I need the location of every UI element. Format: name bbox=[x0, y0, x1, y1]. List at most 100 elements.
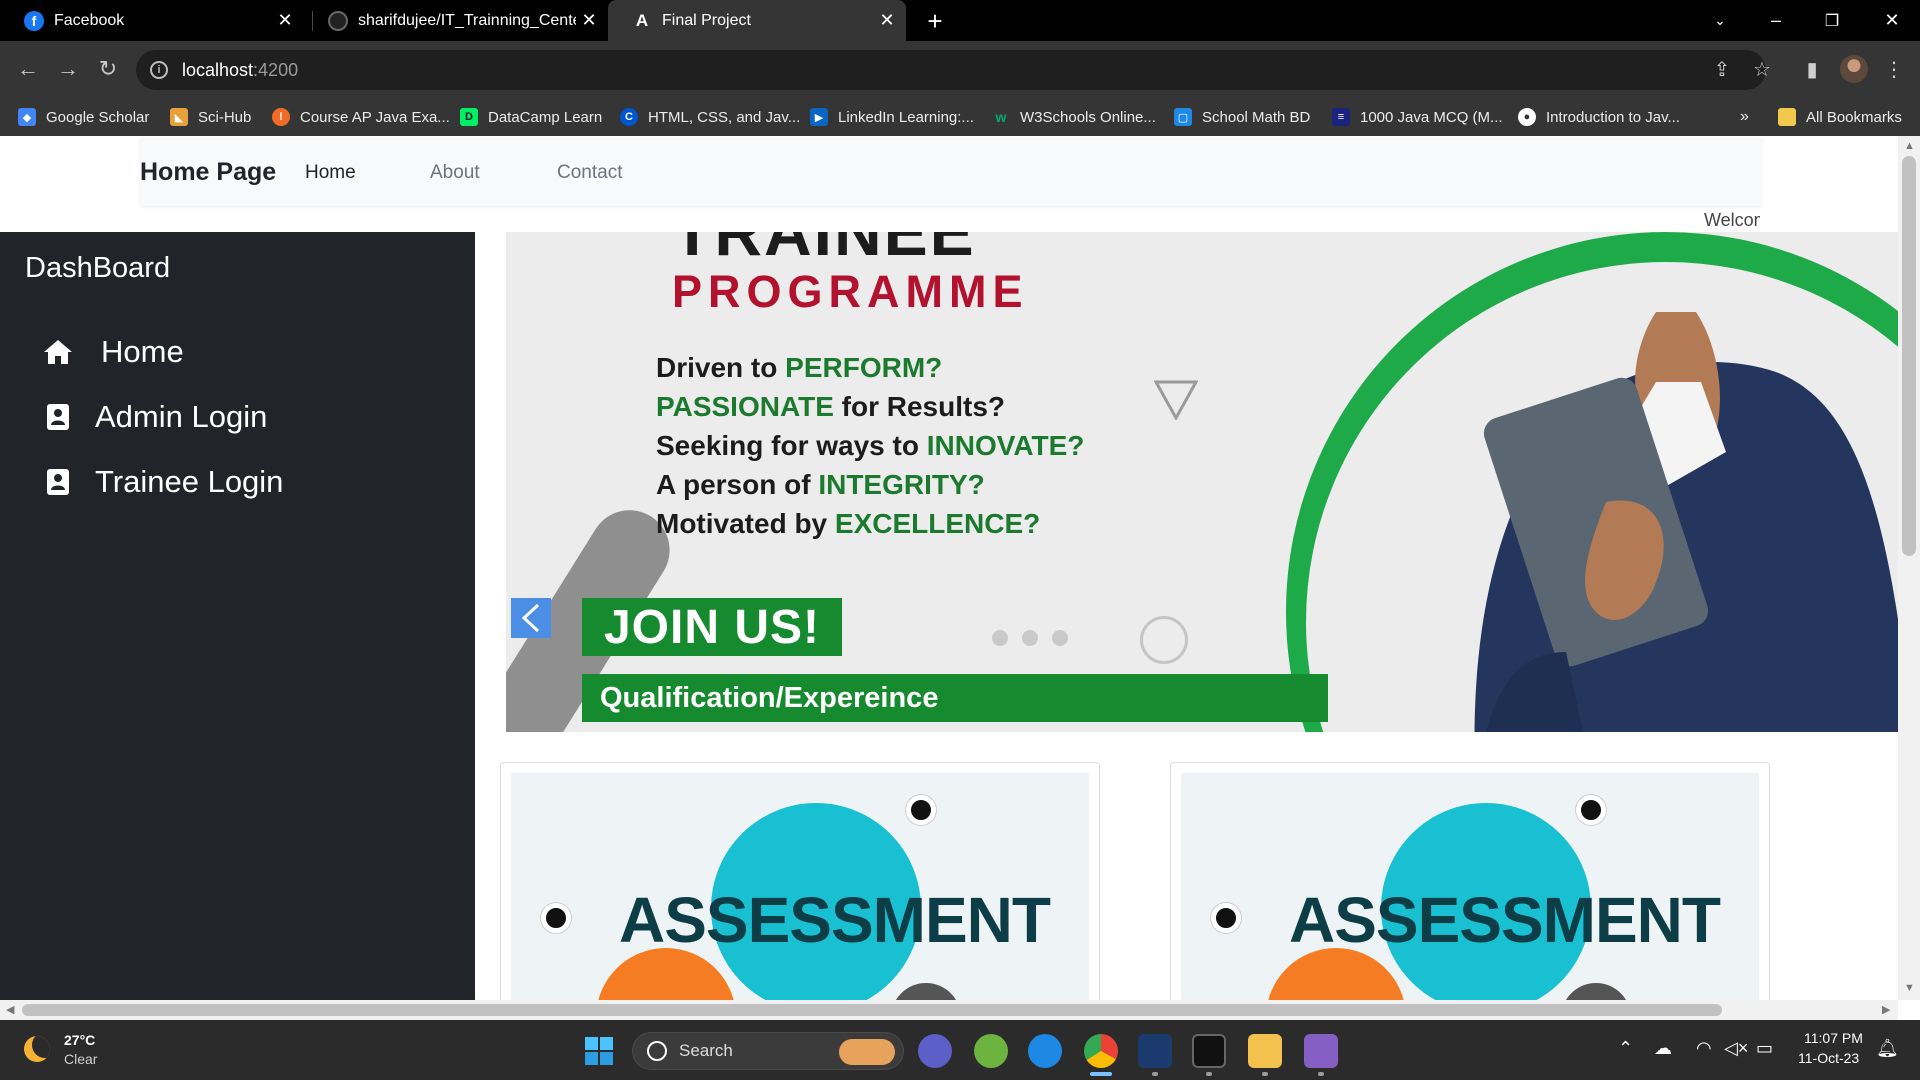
app-store-icon[interactable] bbox=[1028, 1034, 1062, 1068]
chrome-icon[interactable] bbox=[1084, 1034, 1118, 1068]
nav-home[interactable]: Home bbox=[305, 162, 356, 184]
taskbar-search[interactable]: Search bbox=[632, 1032, 904, 1070]
close-icon[interactable]: ✕ bbox=[874, 8, 900, 34]
bookmark-w3schools[interactable]: w W3Schools Online... bbox=[992, 98, 1156, 136]
windows-start-icon[interactable] bbox=[584, 1036, 614, 1066]
qualification-bar: Qualification/Expereince bbox=[582, 674, 1328, 722]
course-card[interactable]: ASSESSMENT bbox=[1170, 762, 1770, 1000]
horizontal-scrollbar[interactable]: ◀ ▶ bbox=[0, 1000, 1898, 1020]
vertical-scrollbar[interactable]: ▲ ▼ bbox=[1898, 136, 1920, 1000]
back-icon[interactable]: ← bbox=[12, 53, 44, 85]
bookmarks-bar: ◆ Google Scholar ◣ Sci-Hub ! Course AP J… bbox=[0, 98, 1920, 136]
notification-bell-icon[interactable]: 🔔︎ bbox=[1876, 1038, 1899, 1059]
site-info-icon[interactable]: i bbox=[150, 61, 168, 79]
wifi-icon[interactable]: ◠ bbox=[1696, 1038, 1712, 1059]
weather-condition[interactable]: Clear bbox=[64, 1051, 97, 1067]
active-app-indicator bbox=[1090, 1072, 1112, 1076]
moon-icon[interactable] bbox=[24, 1036, 50, 1062]
tab-title: sharifdujee/IT_Trainning_Center... bbox=[358, 11, 576, 29]
tab-github[interactable]: sharifdujee/IT_Trainning_Center... ✕ bbox=[304, 0, 608, 41]
tab-final-project[interactable]: A Final Project ✕ bbox=[608, 0, 906, 41]
sidebar-item-home[interactable]: Home bbox=[43, 332, 184, 372]
windows-taskbar: 27°C Clear Search ⌃ ☁ ◠ ◁× ▭ 11:07 PM 11… bbox=[0, 1020, 1920, 1080]
nav-contact[interactable]: Contact bbox=[557, 162, 622, 184]
google-scholar-icon: ◆ bbox=[18, 108, 36, 126]
java-mcq-icon: ≡ bbox=[1332, 108, 1350, 126]
navbar-brand[interactable]: Home Page bbox=[140, 158, 276, 187]
sidebar-item-trainee-login[interactable]: Trainee Login bbox=[43, 462, 283, 502]
course-card[interactable]: ASSESSMENT bbox=[500, 762, 1100, 1000]
window-close-button[interactable]: ✕ bbox=[1864, 0, 1920, 41]
terminal-icon[interactable] bbox=[1192, 1034, 1226, 1068]
hero-carousel[interactable]: TRAINEE PROGRAMME Driven to PERFORM? PAS… bbox=[506, 232, 1898, 732]
scroll-right-icon[interactable]: ▶ bbox=[1882, 1003, 1890, 1016]
scrollbar-thumb[interactable] bbox=[1902, 156, 1916, 556]
bookmark-school-math-bd[interactable]: ▢ School Math BD bbox=[1174, 98, 1310, 136]
all-bookmarks-button[interactable]: All Bookmarks bbox=[1778, 98, 1902, 136]
folder-icon bbox=[1778, 108, 1796, 126]
tab-facebook[interactable]: f Facebook ✕ bbox=[0, 0, 304, 41]
side-panel-icon[interactable]: ▮ bbox=[1798, 55, 1826, 83]
weather-temp[interactable]: 27°C bbox=[64, 1032, 95, 1048]
minimize-button[interactable]: – bbox=[1748, 0, 1804, 41]
address-bar[interactable]: i localhost:4200 bbox=[136, 50, 1766, 90]
scroll-left-icon[interactable]: ◀ bbox=[6, 1003, 14, 1016]
bookmark-html-css-js[interactable]: C HTML, CSS, and Jav... bbox=[620, 98, 800, 136]
file-explorer-icon[interactable] bbox=[1248, 1034, 1282, 1068]
bookmark-label: 1000 Java MCQ (M... bbox=[1360, 108, 1503, 126]
menu-kebab-icon[interactable]: ⋮ bbox=[1880, 55, 1908, 83]
globe-icon: ● bbox=[1518, 108, 1536, 126]
clock-time[interactable]: 11:07 PM bbox=[1804, 1030, 1863, 1046]
forward-icon[interactable]: → bbox=[52, 53, 84, 85]
scrollbar-thumb[interactable] bbox=[22, 1004, 1722, 1016]
decorative-circle bbox=[1140, 616, 1188, 664]
visual-studio-icon[interactable] bbox=[1304, 1034, 1338, 1068]
chevron-up-icon[interactable]: ⌃ bbox=[1618, 1038, 1633, 1059]
sidebar-title: DashBoard bbox=[25, 252, 171, 284]
bookmark-introduction-java[interactable]: ● Introduction to Jav... bbox=[1518, 98, 1680, 136]
profile-avatar[interactable] bbox=[1840, 55, 1868, 83]
teams-chat-icon[interactable] bbox=[918, 1034, 952, 1068]
running-app-indicator bbox=[1262, 1072, 1268, 1076]
nav-about[interactable]: About bbox=[430, 162, 480, 184]
bookmark-java-mcq[interactable]: ≡ 1000 Java MCQ (M... bbox=[1332, 98, 1503, 136]
banner-question: PASSIONATE for Results? bbox=[656, 391, 1006, 422]
w3schools-icon: w bbox=[995, 109, 1007, 125]
mysql-workbench-icon[interactable] bbox=[1138, 1034, 1172, 1068]
top-navbar: Home Page Home About Contact bbox=[140, 138, 1762, 206]
assessment-image: ASSESSMENT bbox=[511, 773, 1089, 1000]
bookmark-course-ap-java[interactable]: ! Course AP Java Exa... bbox=[272, 98, 450, 136]
carousel-prev-button[interactable] bbox=[511, 598, 551, 638]
tab-title: Facebook bbox=[54, 11, 125, 29]
bookmark-sci-hub[interactable]: ◣ Sci-Hub bbox=[170, 98, 251, 136]
running-app-indicator bbox=[1152, 1072, 1158, 1076]
search-label: Search bbox=[679, 1041, 733, 1060]
bookmark-google-scholar[interactable]: ◆ Google Scholar bbox=[18, 98, 149, 136]
tab-search-icon[interactable]: ⌄ bbox=[1692, 0, 1748, 41]
scroll-down-icon[interactable]: ▼ bbox=[1904, 982, 1915, 994]
bookmark-linkedin-learning[interactable]: ▶ LinkedIn Learning:... bbox=[810, 98, 974, 136]
bookmark-star-icon[interactable]: ☆ bbox=[1748, 55, 1776, 83]
sidebar-item-admin-login[interactable]: Admin Login bbox=[43, 397, 267, 437]
school-math-icon: ▢ bbox=[1174, 108, 1192, 126]
bookmark-datacamp[interactable]: D DataCamp Learn bbox=[460, 98, 602, 136]
new-tab-button[interactable]: + bbox=[920, 6, 950, 36]
speaker-muted-icon[interactable]: ◁× bbox=[1724, 1038, 1748, 1059]
restore-button[interactable]: ❐ bbox=[1804, 0, 1860, 41]
onedrive-icon[interactable]: ☁ bbox=[1654, 1038, 1672, 1059]
all-bookmarks-label: All Bookmarks bbox=[1806, 108, 1902, 126]
bookmarks-overflow-button[interactable]: » bbox=[1740, 98, 1749, 136]
close-icon[interactable]: ✕ bbox=[576, 8, 602, 34]
reload-icon[interactable]: ↻ bbox=[92, 53, 124, 85]
spring-tools-icon[interactable] bbox=[974, 1034, 1008, 1068]
clock-date[interactable]: 11-Oct-23 bbox=[1798, 1050, 1859, 1066]
share-icon[interactable]: ⇪ bbox=[1708, 55, 1736, 83]
scroll-up-icon[interactable]: ▲ bbox=[1904, 140, 1915, 152]
battery-icon[interactable]: ▭ bbox=[1756, 1038, 1773, 1059]
assessment-image-text: ASSESSMENT bbox=[1289, 884, 1721, 956]
sidebar: DashBoard Home Admin Login Trainee Login bbox=[0, 232, 475, 1000]
close-icon[interactable]: ✕ bbox=[272, 8, 298, 34]
running-app-indicator bbox=[1206, 1072, 1212, 1076]
banner-question: A person of INTEGRITY? bbox=[656, 469, 985, 500]
triangle-icon bbox=[1154, 380, 1198, 420]
